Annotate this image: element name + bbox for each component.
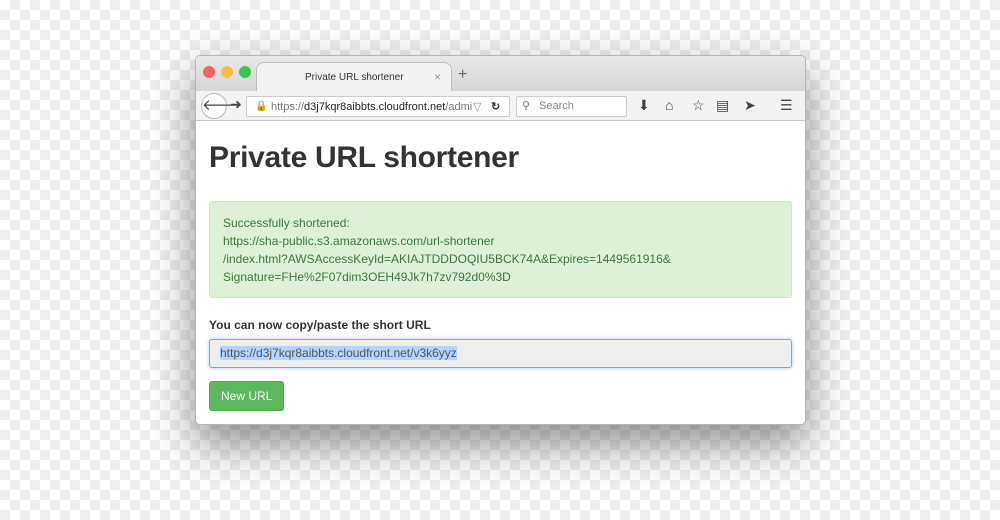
url-prefix: https:// bbox=[271, 100, 305, 113]
search-input[interactable]: ⚲ Search bbox=[516, 96, 627, 117]
url-path: /admi bbox=[445, 100, 473, 113]
reading-list-icon[interactable]: ▤ bbox=[716, 97, 729, 114]
forward-button[interactable]: ➜ bbox=[230, 96, 242, 113]
address-bar[interactable]: 🔒 https://d3j7kqr8aibbts.cloudfront.net /… bbox=[246, 96, 510, 117]
share-icon[interactable]: ➤ bbox=[744, 97, 756, 114]
tab-close-icon[interactable]: × bbox=[434, 70, 441, 84]
url-host: d3j7kqr8aibbts.cloudfront.net bbox=[304, 100, 446, 113]
search-placeholder: Search bbox=[539, 100, 574, 112]
maximize-window-button[interactable] bbox=[239, 66, 251, 78]
alert-line: /index.html?AWSAccessKeyId=AKIAJTDDDOQIU… bbox=[223, 252, 671, 266]
download-icon[interactable]: ⬇ bbox=[638, 97, 650, 114]
close-window-button[interactable] bbox=[203, 66, 215, 78]
copy-label: You can now copy/paste the short URL bbox=[209, 318, 431, 332]
alert-line: https://sha-public.s3.amazonaws.com/url-… bbox=[223, 234, 495, 248]
lock-icon: 🔒 bbox=[255, 101, 268, 112]
tab-title: Private URL shortener bbox=[305, 71, 404, 83]
browser-window: Private URL shortener × + 🡐 ➜ 🔒 https://d… bbox=[195, 55, 806, 425]
minimize-window-button[interactable] bbox=[221, 66, 233, 78]
nav-toolbar: 🡐 ➜ 🔒 https://d3j7kqr8aibbts.cloudfront.… bbox=[196, 91, 805, 121]
page-content: Private URL shortener Successfully short… bbox=[196, 121, 805, 424]
new-url-button[interactable]: New URL bbox=[209, 381, 285, 411]
bookmark-star-icon[interactable]: ☆ bbox=[692, 97, 705, 114]
new-tab-button[interactable]: + bbox=[458, 66, 467, 84]
tab-active[interactable]: Private URL shortener × bbox=[256, 62, 452, 91]
short-url-field[interactable]: https://d3j7kqr8aibbts.cloudfront.net/v3… bbox=[209, 339, 792, 368]
search-icon: ⚲ bbox=[522, 100, 531, 112]
reload-icon[interactable]: ↻ bbox=[491, 100, 500, 113]
success-alert: Successfully shortened: https://sha-publ… bbox=[209, 201, 792, 298]
dropdown-icon[interactable]: ▽ bbox=[473, 100, 481, 113]
alert-line: Signature=FHe%2F07dim3OEH49Jk7h7zv792d0%… bbox=[223, 270, 511, 284]
menu-icon[interactable]: ☰ bbox=[780, 97, 793, 114]
tab-bar: Private URL shortener × + bbox=[196, 56, 805, 91]
short-url-value: https://d3j7kqr8aibbts.cloudfront.net/v3… bbox=[220, 346, 457, 360]
back-button[interactable]: 🡐 bbox=[201, 93, 242, 119]
page-title: Private URL shortener bbox=[209, 141, 519, 174]
alert-line: Successfully shortened: bbox=[223, 216, 350, 230]
home-icon[interactable]: ⌂ bbox=[665, 97, 673, 113]
